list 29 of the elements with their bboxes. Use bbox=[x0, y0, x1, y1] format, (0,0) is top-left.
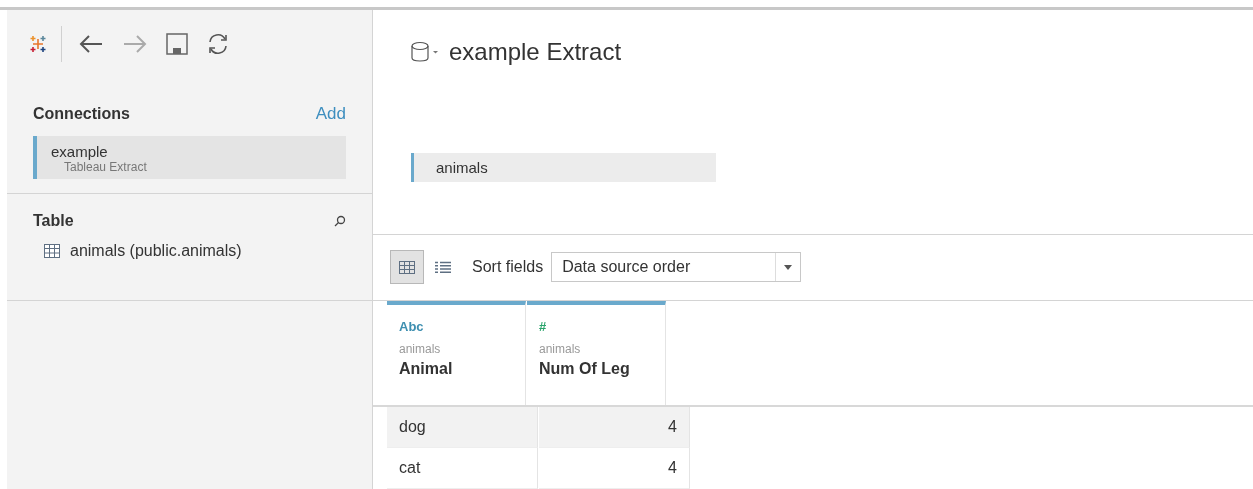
table-heading: Table bbox=[33, 212, 74, 230]
save-icon[interactable] bbox=[166, 33, 188, 55]
connection-item[interactable]: example Tableau Extract bbox=[33, 136, 346, 179]
grid-icon bbox=[399, 260, 415, 274]
table-cell: 4 bbox=[539, 448, 690, 489]
grid-view-button[interactable] bbox=[390, 250, 424, 285]
table-icon bbox=[44, 244, 60, 258]
data-source-title[interactable]: example Extract bbox=[449, 38, 622, 66]
type-label: Abc bbox=[399, 319, 424, 334]
database-icon[interactable] bbox=[411, 41, 439, 63]
table-cell: dog bbox=[387, 407, 538, 448]
search-icon[interactable] bbox=[334, 215, 346, 227]
column-name: Animal bbox=[399, 360, 454, 378]
column-name: Num Of Leg bbox=[539, 360, 631, 378]
table-cell: 4 bbox=[539, 407, 690, 448]
sort-fields-label: Sort fields bbox=[472, 258, 544, 277]
canvas-table[interactable]: animals bbox=[411, 153, 716, 182]
table-cell: cat bbox=[387, 448, 538, 489]
sort-dropdown[interactable]: Data source order bbox=[551, 252, 802, 283]
table-item[interactable]: animals (public.animals) bbox=[33, 242, 346, 260]
refresh-icon[interactable] bbox=[206, 32, 230, 56]
caret-icon bbox=[784, 264, 793, 270]
list-icon bbox=[435, 260, 451, 274]
back-arrow-icon[interactable] bbox=[78, 33, 104, 55]
column-source: animals bbox=[399, 342, 442, 356]
connections-heading: Connections bbox=[33, 105, 130, 123]
logo-icon bbox=[29, 35, 47, 53]
column-source: animals bbox=[539, 342, 582, 356]
type-label: # bbox=[539, 319, 547, 334]
